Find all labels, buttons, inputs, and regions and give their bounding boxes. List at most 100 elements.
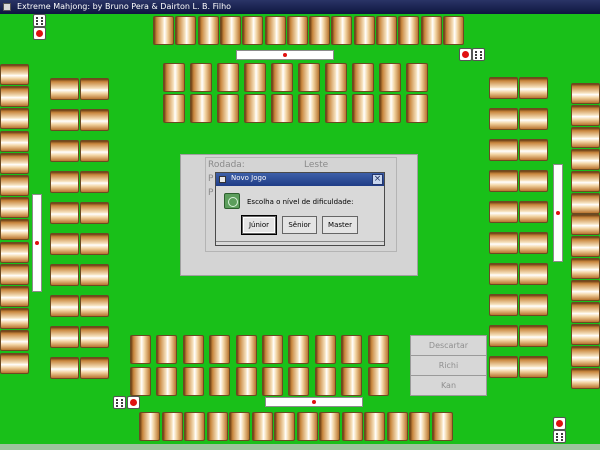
discard-button[interactable]: Descartar bbox=[410, 335, 487, 356]
discard-right-tile[interactable] bbox=[519, 294, 548, 316]
opponent-left-tile[interactable] bbox=[0, 286, 29, 307]
discard-bottom-tile[interactable] bbox=[341, 367, 363, 396]
opponent-top-tile[interactable] bbox=[175, 16, 197, 45]
opponent-right-tile[interactable] bbox=[571, 83, 600, 104]
senior-button[interactable]: Sênior bbox=[282, 216, 317, 234]
opponent-top-tile[interactable] bbox=[309, 16, 331, 45]
opponent-right-tile[interactable] bbox=[571, 367, 600, 389]
discard-bottom-tile[interactable] bbox=[156, 367, 178, 396]
discard-top-tile[interactable] bbox=[163, 63, 185, 92]
discard-bottom-tile[interactable] bbox=[367, 367, 389, 396]
discard-left-tile[interactable] bbox=[50, 109, 79, 131]
discard-left-tile[interactable] bbox=[50, 357, 79, 379]
opponent-left-tile[interactable] bbox=[0, 86, 29, 108]
discard-left-tile[interactable] bbox=[80, 202, 109, 224]
discard-top-tile[interactable] bbox=[325, 94, 347, 123]
discard-right-tile[interactable] bbox=[519, 139, 548, 161]
discard-top-tile[interactable] bbox=[271, 94, 293, 123]
discard-bottom-tile[interactable] bbox=[262, 367, 283, 396]
discard-right-tile[interactable] bbox=[489, 356, 518, 378]
discard-bottom-tile[interactable] bbox=[367, 335, 389, 364]
discard-left-tile[interactable] bbox=[80, 109, 109, 131]
opponent-right-tile[interactable] bbox=[571, 236, 600, 258]
discard-bottom-tile[interactable] bbox=[341, 335, 363, 364]
discard-bottom-tile[interactable] bbox=[235, 367, 257, 396]
player-hand-tile[interactable] bbox=[251, 412, 273, 441]
discard-bottom-tile[interactable] bbox=[130, 367, 151, 396]
opponent-top-tile[interactable] bbox=[398, 16, 420, 45]
discard-bottom-tile[interactable] bbox=[235, 335, 257, 364]
opponent-left-tile[interactable] bbox=[0, 64, 29, 85]
discard-bottom-tile[interactable] bbox=[182, 367, 204, 396]
opponent-top-tile[interactable] bbox=[197, 16, 219, 45]
player-hand-tile[interactable] bbox=[229, 412, 250, 441]
discard-top-tile[interactable] bbox=[298, 94, 320, 123]
opponent-right-tile[interactable] bbox=[571, 302, 600, 323]
discard-right-tile[interactable] bbox=[519, 77, 548, 99]
opponent-left-tile[interactable] bbox=[0, 241, 29, 263]
opponent-left-tile[interactable] bbox=[0, 219, 29, 241]
discard-top-tile[interactable] bbox=[217, 94, 239, 123]
discard-left-tile[interactable] bbox=[80, 357, 109, 379]
discard-right-tile[interactable] bbox=[519, 170, 548, 192]
opponent-left-tile[interactable] bbox=[0, 152, 29, 174]
opponent-top-tile[interactable] bbox=[153, 16, 174, 45]
discard-right-tile[interactable] bbox=[519, 325, 548, 347]
discard-right-tile[interactable] bbox=[489, 108, 518, 130]
discard-left-tile[interactable] bbox=[80, 78, 109, 100]
discard-bottom-tile[interactable] bbox=[209, 367, 231, 396]
opponent-left-tile[interactable] bbox=[0, 130, 29, 152]
opponent-left-tile[interactable] bbox=[0, 175, 29, 196]
discard-right-tile[interactable] bbox=[489, 201, 518, 223]
opponent-left-tile[interactable] bbox=[0, 263, 29, 285]
player-hand-tile[interactable] bbox=[431, 412, 453, 441]
discard-right-tile[interactable] bbox=[519, 232, 548, 254]
opponent-right-tile[interactable] bbox=[571, 214, 600, 236]
discard-left-tile[interactable] bbox=[80, 140, 109, 162]
player-hand-tile[interactable] bbox=[364, 412, 385, 441]
opponent-top-tile[interactable] bbox=[442, 16, 464, 45]
discard-left-tile[interactable] bbox=[50, 326, 79, 348]
player-hand-tile[interactable] bbox=[341, 412, 363, 441]
discard-right-tile[interactable] bbox=[519, 108, 548, 130]
opponent-top-tile[interactable] bbox=[264, 16, 286, 45]
opponent-top-tile[interactable] bbox=[286, 16, 308, 45]
discard-bottom-tile[interactable] bbox=[209, 335, 231, 364]
opponent-right-tile[interactable] bbox=[571, 258, 600, 280]
discard-top-tile[interactable] bbox=[352, 94, 374, 123]
opponent-top-tile[interactable] bbox=[376, 16, 397, 45]
player-hand-tile[interactable] bbox=[409, 412, 430, 441]
kan-button[interactable]: Kan bbox=[410, 375, 487, 396]
discard-bottom-tile[interactable] bbox=[262, 335, 283, 364]
discard-right-tile[interactable] bbox=[489, 294, 518, 316]
discard-right-tile[interactable] bbox=[519, 263, 548, 285]
discard-left-tile[interactable] bbox=[50, 295, 79, 317]
opponent-top-tile[interactable] bbox=[219, 16, 241, 45]
junior-button[interactable]: Júnior bbox=[242, 216, 276, 234]
opponent-right-tile[interactable] bbox=[571, 126, 600, 148]
discard-top-tile[interactable] bbox=[352, 63, 374, 92]
discard-top-tile[interactable] bbox=[190, 63, 212, 92]
discard-top-tile[interactable] bbox=[379, 94, 401, 123]
player-hand-tile[interactable] bbox=[139, 412, 160, 441]
opponent-right-tile[interactable] bbox=[571, 345, 600, 367]
discard-top-tile[interactable] bbox=[244, 63, 266, 92]
discard-left-tile[interactable] bbox=[80, 326, 109, 348]
opponent-left-tile[interactable] bbox=[0, 197, 29, 219]
discard-left-tile[interactable] bbox=[50, 233, 79, 255]
discard-right-tile[interactable] bbox=[489, 77, 518, 99]
master-button[interactable]: Master bbox=[322, 216, 358, 234]
player-hand-tile[interactable] bbox=[296, 412, 318, 441]
discard-bottom-tile[interactable] bbox=[288, 367, 310, 396]
discard-top-tile[interactable] bbox=[325, 63, 347, 92]
discard-top-tile[interactable] bbox=[163, 94, 185, 123]
player-hand-tile[interactable] bbox=[386, 412, 408, 441]
discard-left-tile[interactable] bbox=[80, 264, 109, 286]
discard-left-tile[interactable] bbox=[50, 140, 79, 162]
discard-right-tile[interactable] bbox=[519, 356, 548, 378]
discard-top-tile[interactable] bbox=[217, 63, 239, 92]
discard-left-tile[interactable] bbox=[80, 233, 109, 255]
discard-top-tile[interactable] bbox=[379, 63, 401, 92]
discard-right-tile[interactable] bbox=[489, 232, 518, 254]
player-hand-tile[interactable] bbox=[206, 412, 228, 441]
